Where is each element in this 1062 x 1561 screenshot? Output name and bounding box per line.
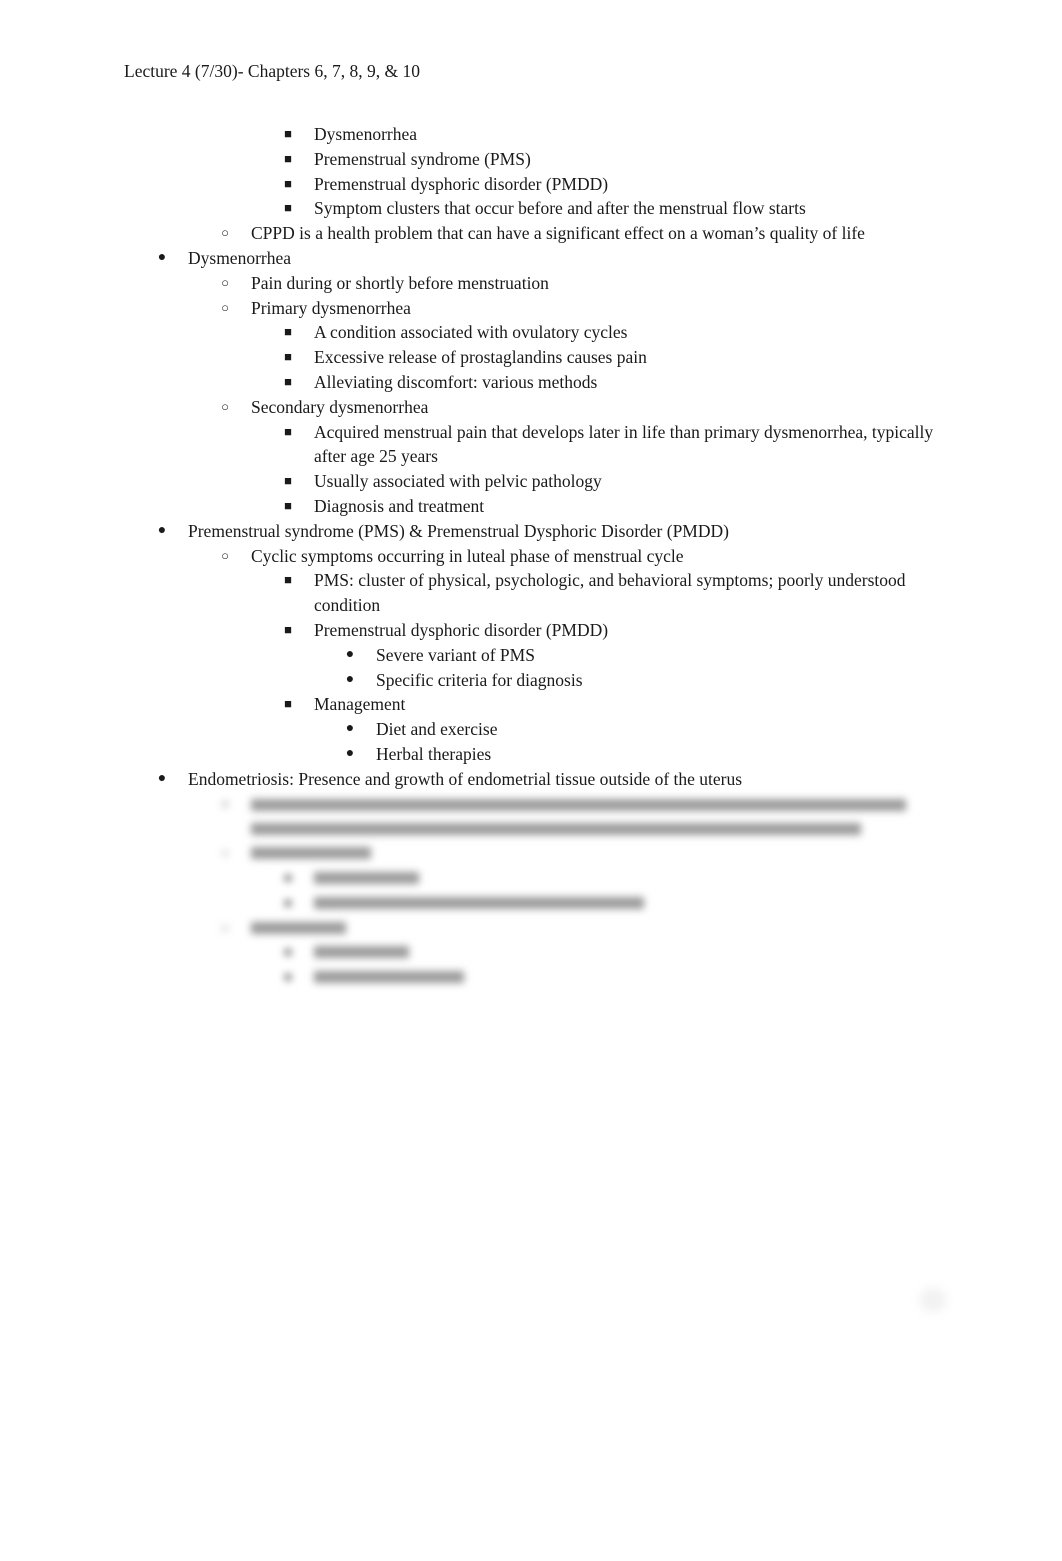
outline-item: ■ Alleviating discomfort: various methods <box>0 370 1062 395</box>
outline-item-text: Premenstrual dysphoric disorder (PMDD) <box>314 173 609 194</box>
hollow-circle-bullet-icon: ○ <box>221 299 229 315</box>
square-bullet-icon: ■ <box>284 324 292 340</box>
hollow-circle-bullet-icon: ○ <box>221 919 229 935</box>
square-bullet-icon: ■ <box>284 621 292 637</box>
outline-rows: ■ Dysmenorrhea ■ Premenstrual syndrome (PMS… <box>0 122 1062 792</box>
outline-item-text: Specific criteria for diagnosis <box>376 669 583 690</box>
outline-item: ○ Secondary dysmenorrhea <box>0 395 1062 420</box>
square-bullet-icon: ■ <box>284 944 292 960</box>
square-bullet-icon: ■ <box>284 497 292 513</box>
blurred-row: ○ <box>0 841 1062 866</box>
hollow-circle-bullet-icon: ○ <box>221 225 229 241</box>
filled-circle-bullet-icon: ● <box>345 721 355 737</box>
outline-item-text: Acquired menstrual pain that develops la… <box>314 421 934 467</box>
outline-item-text: Usually associated with pelvic pathology <box>314 471 602 492</box>
blurred-content: ○ ○ ■ ■ ○ ■ ■ <box>0 792 1062 990</box>
outline-item: ■ A condition associated with ovulatory c… <box>0 320 1062 345</box>
outline-item: ● Herbal therapies <box>0 742 1062 767</box>
outline-item-text: Dysmenorrhea <box>188 247 292 268</box>
outline-item: ● Specific criteria for diagnosis <box>0 668 1062 693</box>
square-bullet-icon: ■ <box>284 423 292 439</box>
blurred-row: ■ <box>0 866 1062 891</box>
outline-item: ● Diet and exercise <box>0 717 1062 742</box>
square-bullet-icon: ■ <box>284 869 292 885</box>
outline-item: ○ Pain during or shortly before menstruat… <box>0 271 1062 296</box>
outline-item: ■ Dysmenorrhea <box>0 122 1062 147</box>
square-bullet-icon: ■ <box>284 894 292 910</box>
outline-item-text: Alleviating discomfort: various methods <box>314 371 598 392</box>
blurred-row: ■ <box>0 940 1062 965</box>
square-bullet-icon: ■ <box>284 572 292 588</box>
document-title: Lecture 4 (7/30)- Chapters 6, 7, 8, 9, &… <box>124 61 420 81</box>
outline-item: ■ Premenstrual syndrome (PMS) <box>0 147 1062 172</box>
filled-circle-bullet-icon: ● <box>345 671 355 687</box>
square-bullet-icon: ■ <box>284 150 292 166</box>
outline-item-text: Excessive release of prostaglandins caus… <box>314 347 647 368</box>
outline-item: ○ Primary dysmenorrhea <box>0 296 1062 321</box>
outline-item-text: Diet and exercise <box>376 719 498 740</box>
outline-item-text: Severe variant of PMS <box>376 644 535 665</box>
square-bullet-icon: ■ <box>284 200 292 216</box>
outline-item: ● Severe variant of PMS <box>0 643 1062 668</box>
outline-item: ■ Diagnosis and treatment <box>0 494 1062 519</box>
outline-item-text: Secondary dysmenorrhea <box>251 396 429 417</box>
outline-item: ● Endometriosis: Presence and growth of e… <box>0 767 1062 792</box>
filled-circle-bullet-icon: ● <box>345 646 355 662</box>
square-bullet-icon: ■ <box>284 349 292 365</box>
outline-item-text: Pain during or shortly before menstruati… <box>251 272 549 293</box>
square-bullet-icon: ■ <box>284 969 292 985</box>
square-bullet-icon: ■ <box>284 696 292 712</box>
outline-list: ■ Dysmenorrhea ■ Premenstrual syndrome (PMS… <box>0 122 1062 990</box>
outline-item-text: Dysmenorrhea <box>314 124 418 144</box>
outline-item-text: Premenstrual syndrome (PMS) & Premenstru… <box>188 520 729 541</box>
outline-item: ■ Premenstrual dysphoric disorder (PMDD) <box>0 618 1062 643</box>
filled-circle-bullet-icon: ● <box>345 745 355 761</box>
blurred-row: ○ <box>0 792 1062 842</box>
outline-item: ○ Cyclic symptoms occurring in luteal pha… <box>0 544 1062 569</box>
outline-item-text: Premenstrual syndrome (PMS) <box>314 148 531 169</box>
outline-item-text: Symptom clusters that occur before and a… <box>314 198 806 219</box>
filled-circle-bullet-icon: ● <box>157 522 167 538</box>
outline-item: ■ PMS: cluster of physical, psychologic, … <box>0 568 1062 618</box>
outline-item-text: Premenstrual dysphoric disorder (PMDD) <box>314 619 609 640</box>
outline-item-text: A condition associated with ovulatory cy… <box>314 322 628 343</box>
blurred-row: ■ <box>0 965 1062 990</box>
filled-circle-bullet-icon: ● <box>157 249 167 265</box>
hollow-circle-bullet-icon: ○ <box>221 845 229 861</box>
hollow-circle-bullet-icon: ○ <box>221 398 229 414</box>
outline-item: ■ Usually associated with pelvic patholog… <box>0 469 1062 494</box>
outline-item: ■ Symptom clusters that occur before and … <box>0 196 1062 221</box>
outline-item-text: CPPD is a health problem that can have a… <box>251 223 865 244</box>
outline-item-text: Cyclic symptoms occurring in luteal phas… <box>251 545 684 566</box>
outline-item: ■ Premenstrual dysphoric disorder (PMDD) <box>0 172 1062 197</box>
square-bullet-icon: ■ <box>284 175 292 191</box>
outline-item-text: Management <box>314 694 406 715</box>
outline-item: ■ Acquired menstrual pain that develops l… <box>0 420 1062 470</box>
hollow-circle-bullet-icon: ○ <box>221 274 229 290</box>
hollow-circle-bullet-icon: ○ <box>221 795 229 811</box>
outline-item: ■ Excessive release of prostaglandins cau… <box>0 345 1062 370</box>
square-bullet-icon: ■ <box>284 473 292 489</box>
outline-item-text: Endometriosis: Presence and growth of en… <box>188 768 743 789</box>
hollow-circle-bullet-icon: ○ <box>221 547 229 563</box>
outline-item: ● Dysmenorrhea <box>0 246 1062 271</box>
square-bullet-icon: ■ <box>284 126 292 141</box>
outline-item-text: PMS: cluster of physical, psychologic, a… <box>314 570 906 616</box>
outline-item-text: Diagnosis and treatment <box>314 495 485 516</box>
outline-item-text: Primary dysmenorrhea <box>251 297 411 318</box>
outline-item-text: Herbal therapies <box>376 743 492 764</box>
blurred-row: ○ <box>0 916 1062 941</box>
outline-item: ● Premenstrual syndrome (PMS) & Premenstr… <box>0 519 1062 544</box>
outline-item: ○ CPPD is a health problem that can have … <box>0 221 1062 246</box>
blurred-row: ■ <box>0 891 1062 916</box>
filled-circle-bullet-icon: ● <box>157 770 167 786</box>
outline-item: ■ Management <box>0 692 1062 717</box>
page-number-blurred <box>920 1288 946 1312</box>
square-bullet-icon: ■ <box>284 373 292 389</box>
